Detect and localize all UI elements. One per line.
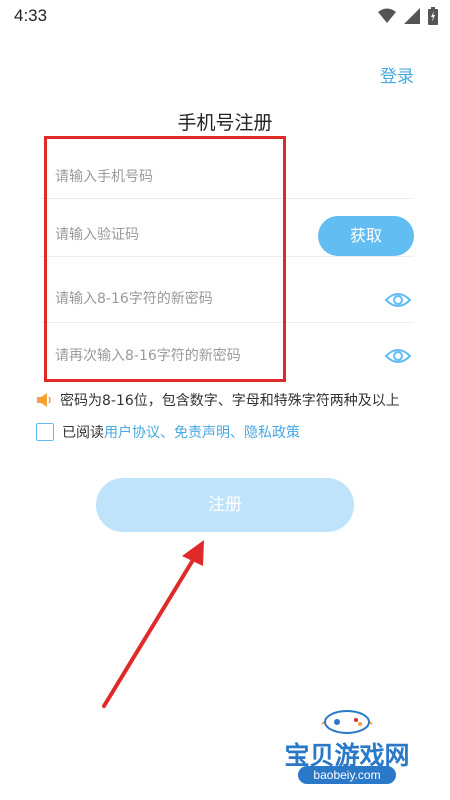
annotation-highlight-box [44, 136, 286, 382]
watermark-url: baobeiy.com [298, 766, 396, 784]
watermark-logo: 宝贝游戏网 baobeiy.com [272, 700, 422, 790]
wifi-icon [378, 8, 396, 23]
agreement-separator: 、 [160, 425, 174, 441]
user-agreement-link[interactable]: 用户协议 [104, 422, 160, 442]
agreement-separator: 、 [230, 425, 244, 441]
disclaimer-link[interactable]: 免责声明 [174, 422, 230, 442]
status-time: 4:33 [14, 6, 48, 25]
status-bar: 4:33 [0, 0, 450, 32]
password-hint: 密码为8-16位，包含数字、字母和特殊字符两种及以上 [36, 390, 400, 410]
battery-icon [428, 7, 438, 25]
password-hint-text: 密码为8-16位，包含数字、字母和特殊字符两种及以上 [60, 393, 400, 409]
gamepad-icon [321, 710, 373, 734]
login-link[interactable]: 登录 [380, 62, 414, 87]
agreement-row: 已阅读 用户协议 、 免责声明 、 隐私政策 [36, 422, 300, 442]
agreement-checkbox[interactable] [36, 423, 54, 441]
show-password-icon[interactable] [384, 290, 412, 310]
agreement-prefix: 已阅读 [62, 425, 104, 441]
privacy-policy-link[interactable]: 隐私政策 [244, 422, 300, 442]
register-button[interactable]: 注册 [96, 478, 354, 532]
show-confirm-password-icon[interactable] [384, 346, 412, 366]
get-code-button[interactable]: 获取 [318, 216, 414, 256]
signal-icon [404, 8, 420, 24]
speaker-icon [37, 393, 51, 407]
status-icons [378, 7, 438, 25]
page-title: 手机号注册 [177, 112, 273, 134]
